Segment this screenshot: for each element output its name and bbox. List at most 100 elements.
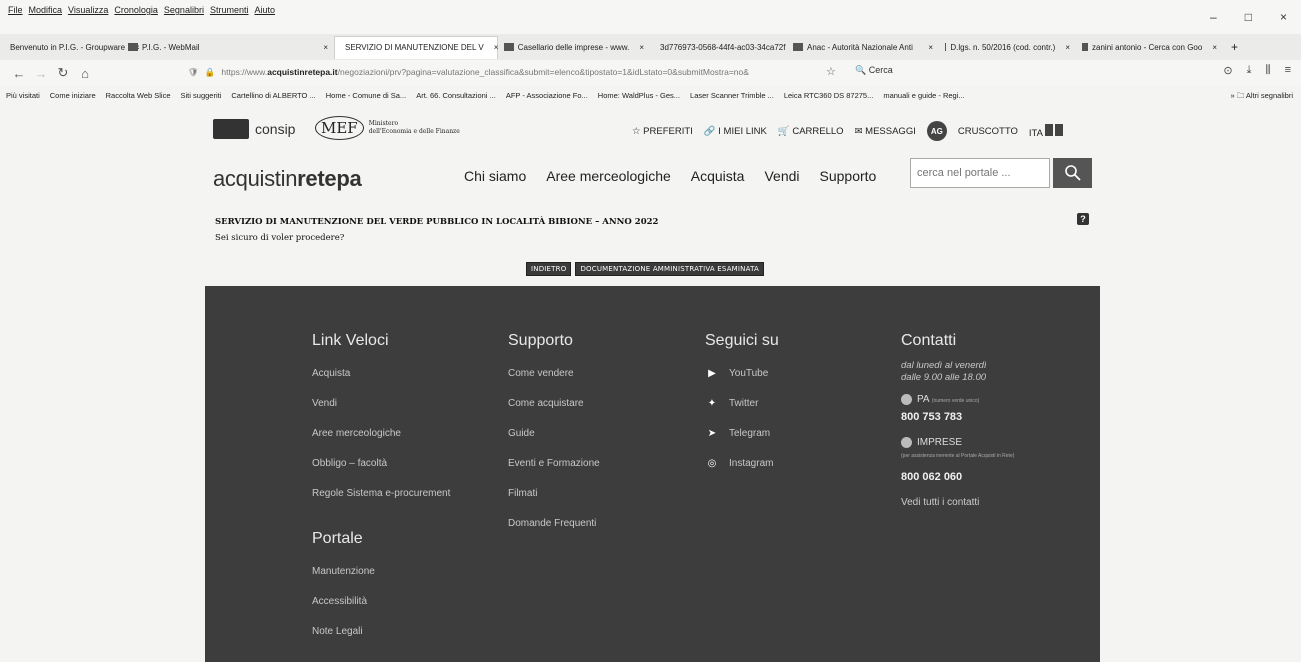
search-button[interactable] bbox=[1053, 158, 1092, 188]
browser-menubar: File Modifica Visualizza Cronologia Segnalib… bbox=[0, 0, 1301, 34]
close-window-button[interactable]: × bbox=[1280, 10, 1287, 24]
footer-link[interactable]: Manutenzione bbox=[312, 566, 450, 596]
browser-tab[interactable]: D.lgs. n. 50/2016 (cod. contr.) × bbox=[939, 36, 1076, 58]
menu-item-modifica[interactable]: Modifica bbox=[29, 5, 63, 15]
bookmark-item[interactable]: Come iniziare bbox=[50, 91, 96, 100]
menu-item-cronologia[interactable]: Cronologia bbox=[114, 5, 158, 15]
social-link-twitter[interactable]: ✦ Twitter bbox=[705, 398, 779, 428]
social-link-telegram[interactable]: ➤ Telegram bbox=[705, 428, 779, 458]
menu-item-visualizza[interactable]: Visualizza bbox=[68, 5, 108, 15]
new-tab-button[interactable]: + bbox=[1223, 40, 1246, 54]
menu-icon[interactable]: ≡ bbox=[1285, 64, 1291, 77]
window-controls: – □ × bbox=[1210, 10, 1287, 24]
acquistinretepa-logo[interactable]: acquistinretepa bbox=[213, 166, 362, 192]
tab-close-icon[interactable]: × bbox=[1206, 43, 1217, 52]
browser-tab[interactable]: zanini antonio - Cerca con Goo × bbox=[1076, 36, 1223, 58]
nav-item[interactable]: Chi siamo bbox=[464, 168, 526, 184]
consip-logo[interactable]: consip bbox=[213, 119, 295, 139]
footer-link[interactable]: Regole Sistema e-procurement bbox=[312, 488, 450, 518]
bookmark-item[interactable]: Raccolta Web Slice bbox=[106, 91, 171, 100]
other-bookmarks[interactable]: » 🗀 Altri segnalibri bbox=[1230, 90, 1293, 103]
tab-close-icon[interactable]: × bbox=[922, 43, 933, 52]
reload-icon[interactable]: ↻ bbox=[52, 65, 74, 81]
mef-logo[interactable]: MEF Ministero dell'Economia e delle Finan… bbox=[315, 116, 460, 140]
footer-link[interactable]: Vendi bbox=[312, 398, 450, 428]
bookmark-item[interactable]: manuali e guide - Regi... bbox=[883, 91, 964, 100]
footer-link[interactable]: Note Legali bbox=[312, 626, 450, 656]
imprese-phone[interactable]: 800 062 060 bbox=[901, 471, 1091, 483]
instagram-icon: ◎ bbox=[707, 458, 717, 469]
footer-link[interactable]: Domande Frequenti bbox=[508, 518, 600, 548]
menu-item-aiuto[interactable]: Aiuto bbox=[254, 5, 275, 15]
nav-item[interactable]: Supporto bbox=[820, 168, 877, 184]
bookmark-item[interactable]: Siti suggeriti bbox=[181, 91, 222, 100]
footer-link[interactable]: Acquista bbox=[312, 368, 450, 398]
bookmark-item[interactable]: AFP - Associazione Fo... bbox=[506, 91, 588, 100]
bookmark-item[interactable]: Home - Comune di Sa... bbox=[326, 91, 406, 100]
minimize-button[interactable]: – bbox=[1210, 10, 1217, 24]
bookmark-star-icon[interactable]: ☆ bbox=[826, 65, 836, 78]
library-icon[interactable]: ⫼ bbox=[1266, 64, 1271, 77]
bookmark-item[interactable]: Più visitati bbox=[6, 91, 40, 100]
nav-item[interactable]: Acquista bbox=[691, 168, 745, 184]
bookmark-item[interactable]: Leica RTC360 DS 87275... bbox=[784, 91, 874, 100]
tab-close-icon[interactable]: × bbox=[633, 43, 644, 52]
nav-item[interactable]: Vendi bbox=[764, 168, 799, 184]
footer-link[interactable]: Filmati bbox=[508, 488, 600, 518]
bookmark-item[interactable]: Home: WaldPlus - Ges... bbox=[598, 91, 680, 100]
footer-link[interactable]: Aree merceologiche bbox=[312, 428, 450, 458]
bookmark-item[interactable]: Cartellino di ALBERTO ... bbox=[231, 91, 315, 100]
cruscotto-link[interactable]: CRUSCOTTO bbox=[958, 126, 1018, 137]
language-selector[interactable]: ITA bbox=[1029, 123, 1063, 139]
tab-close-icon[interactable]: × bbox=[317, 43, 328, 52]
menu-item-strumenti[interactable]: Strumenti bbox=[210, 5, 249, 15]
avatar[interactable]: AG bbox=[926, 121, 947, 141]
tab-close-icon[interactable]: × bbox=[1059, 43, 1070, 52]
footer-link[interactable]: Accessibilità bbox=[312, 596, 450, 626]
back-button[interactable]: INDIETRO bbox=[526, 262, 572, 276]
forward-icon[interactable]: → bbox=[30, 66, 52, 81]
footer-link[interactable]: Guide bbox=[508, 428, 600, 458]
footer-heading: Link Veloci bbox=[312, 332, 389, 349]
social-link-instagram[interactable]: ◎ Instagram bbox=[705, 458, 779, 488]
home-icon[interactable]: ⌂ bbox=[74, 66, 96, 81]
maximize-button[interactable]: □ bbox=[1245, 10, 1252, 24]
browser-tab[interactable]: Casellario delle imprese - www. × bbox=[498, 36, 650, 58]
all-contacts-link[interactable]: Vedi tutti i contatti bbox=[901, 497, 1091, 508]
pa-phone[interactable]: 800 753 783 bbox=[901, 411, 1091, 423]
bookmark-item[interactable]: Laser Scanner Trimble ... bbox=[690, 91, 774, 100]
nav-item[interactable]: Aree merceologiche bbox=[546, 168, 671, 184]
pocket-icon[interactable]: ⊙ bbox=[1223, 64, 1232, 77]
menu-item-file[interactable]: File bbox=[8, 5, 23, 15]
phone-icon bbox=[901, 437, 912, 449]
social-link-youtube[interactable]: ▶ YouTube bbox=[705, 368, 779, 398]
documentation-button[interactable]: DOCUMENTAZIONE AMMINISTRATIVA ESAMINATA bbox=[575, 262, 764, 276]
tab-close-icon[interactable]: × bbox=[488, 43, 499, 52]
messaggi-link[interactable]: ✉ MESSAGGI bbox=[855, 126, 916, 137]
help-icon[interactable]: ? bbox=[1077, 213, 1089, 225]
download-icon[interactable]: ⤓ bbox=[1247, 64, 1252, 77]
url-bar[interactable]: 🛡 🔒 https://www.acquistinretepa.it/negoz… bbox=[188, 63, 828, 81]
footer-link[interactable]: Come vendere bbox=[508, 368, 600, 398]
search-input[interactable] bbox=[910, 158, 1050, 188]
navigation-bar: ← → ↻ ⌂ 🛡 🔒 https://www.acquistinretepa.… bbox=[0, 60, 1301, 86]
browser-search[interactable]: 🔍 Cerca bbox=[855, 65, 893, 76]
tab-label: Benvenuto in P.I.G. - Groupware bbox=[10, 42, 126, 52]
preferiti-link[interactable]: ☆ PREFERITI bbox=[632, 126, 693, 137]
telegram-icon: ➤ bbox=[707, 428, 717, 439]
browser-tab[interactable]: 3d776973-0568-44f4-ac03-34ca72f× bbox=[650, 36, 800, 58]
browser-tab[interactable]: P.I.G. - WebMail × bbox=[122, 36, 334, 58]
footer-link[interactable]: Eventi e Formazione bbox=[508, 458, 600, 488]
menu-item-segnalibri[interactable]: Segnalibri bbox=[164, 5, 204, 15]
browser-tab[interactable]: SERVIZIO DI MANUTENZIONE DEL V × bbox=[334, 35, 499, 59]
user-links: ☆ PREFERITI 🔗 I MIEI LINK 🛒 CARRELLO ✉ M… bbox=[632, 121, 1063, 141]
back-icon[interactable]: ← bbox=[8, 66, 30, 81]
browser-tab[interactable]: Anac - Autorità Nazionale Anti × bbox=[787, 36, 939, 58]
footer-link[interactable]: Come acquistare bbox=[508, 398, 600, 428]
browser-tab[interactable]: Benvenuto in P.I.G. - Groupware× bbox=[0, 36, 140, 58]
footer-link[interactable]: Obbligo – facoltà bbox=[312, 458, 450, 488]
carrello-link[interactable]: 🛒 CARRELLO bbox=[778, 126, 844, 137]
tab-label: 3d776973-0568-44f4-ac03-34ca72f bbox=[660, 42, 786, 52]
bookmark-item[interactable]: Art. 66. Consultazioni ... bbox=[416, 91, 496, 100]
miei-link-link[interactable]: 🔗 I MIEI LINK bbox=[704, 126, 767, 137]
